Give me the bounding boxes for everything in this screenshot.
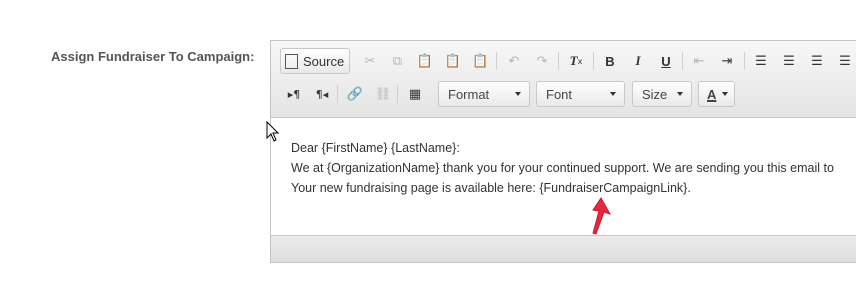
undo-group: ↶ ↷	[500, 48, 560, 74]
chevron-down-icon	[610, 92, 616, 96]
size-dropdown[interactable]: Size	[632, 81, 692, 107]
direction-group: ▸¶ ¶◂	[280, 81, 336, 107]
format-label: Format	[448, 86, 490, 102]
format-dropdown[interactable]: Format	[438, 81, 530, 107]
source-group: Source	[280, 48, 350, 74]
remove-format-group: Tx	[562, 48, 592, 74]
ltr-icon[interactable]: ▸¶	[280, 82, 308, 106]
remove-format-icon[interactable]: Tx	[562, 49, 590, 73]
font-dropdown[interactable]: Font	[536, 81, 625, 107]
editor-toolbar: Source ✂ ⧉ 📋 📋 📋 ↶ ↷ Tx B I U ⇤ ⇥ ☰ ☰ ☰ …	[271, 41, 856, 118]
link-icon[interactable]: 🔗	[341, 82, 369, 106]
italic-icon[interactable]: I	[624, 49, 652, 73]
annotation-arrow-icon	[592, 197, 612, 235]
chevron-down-icon	[722, 92, 728, 96]
indent-icon[interactable]: ⇥	[713, 49, 741, 73]
text-color-button[interactable]: A	[698, 81, 735, 107]
table-icon[interactable]: ▦	[401, 82, 429, 106]
field-label: Assign Fundraiser To Campaign:	[51, 49, 255, 64]
editor-content[interactable]: Dear {FirstName} {LastName}: We at {Orga…	[291, 138, 834, 198]
size-label: Size	[642, 86, 668, 102]
underline-icon[interactable]: U	[652, 49, 680, 73]
paste-icon[interactable]: 📋	[411, 49, 439, 73]
bold-icon[interactable]: B	[596, 49, 624, 73]
source-icon	[285, 53, 298, 69]
justify-icon[interactable]: ☰	[831, 49, 856, 73]
chevron-down-icon	[515, 92, 521, 96]
source-button[interactable]: Source	[281, 49, 350, 73]
redo-icon[interactable]: ↷	[528, 49, 556, 73]
basic-styles-group: B I U	[596, 48, 682, 74]
content-line: Your new fundraising page is available h…	[291, 181, 691, 195]
indent-group: ⇤ ⇥	[685, 48, 745, 74]
undo-icon[interactable]: ↶	[500, 49, 528, 73]
rich-text-editor: Source ✂ ⧉ 📋 📋 📋 ↶ ↷ Tx B I U ⇤ ⇥ ☰ ☰ ☰ …	[270, 40, 856, 263]
table-group: ▦	[401, 81, 431, 107]
align-group: ☰ ☰ ☰ ☰	[747, 48, 856, 74]
content-line: Dear {FirstName} {LastName}:	[291, 141, 460, 155]
source-label: Source	[303, 53, 345, 69]
unlink-icon[interactable]: ⛓	[369, 82, 397, 106]
content-line: We at {OrganizationName} thank you for y…	[291, 161, 834, 175]
clipboard-group: ✂ ⧉ 📋 📋 📋	[356, 48, 494, 74]
cut-icon[interactable]: ✂	[356, 49, 384, 73]
align-right-icon[interactable]: ☰	[803, 49, 831, 73]
editor-statusbar	[271, 235, 856, 262]
mouse-cursor-icon	[266, 121, 280, 142]
text-color-icon: A	[707, 86, 717, 102]
rtl-icon[interactable]: ¶◂	[308, 82, 336, 106]
paste-word-icon[interactable]: 📋	[466, 49, 494, 73]
paste-text-icon[interactable]: 📋	[439, 49, 467, 73]
align-center-icon[interactable]: ☰	[775, 49, 803, 73]
outdent-icon[interactable]: ⇤	[685, 49, 713, 73]
chevron-down-icon	[677, 92, 683, 96]
font-label: Font	[546, 86, 573, 102]
align-left-icon[interactable]: ☰	[747, 49, 775, 73]
copy-icon[interactable]: ⧉	[384, 49, 412, 73]
link-group: 🔗 ⛓	[341, 81, 397, 107]
